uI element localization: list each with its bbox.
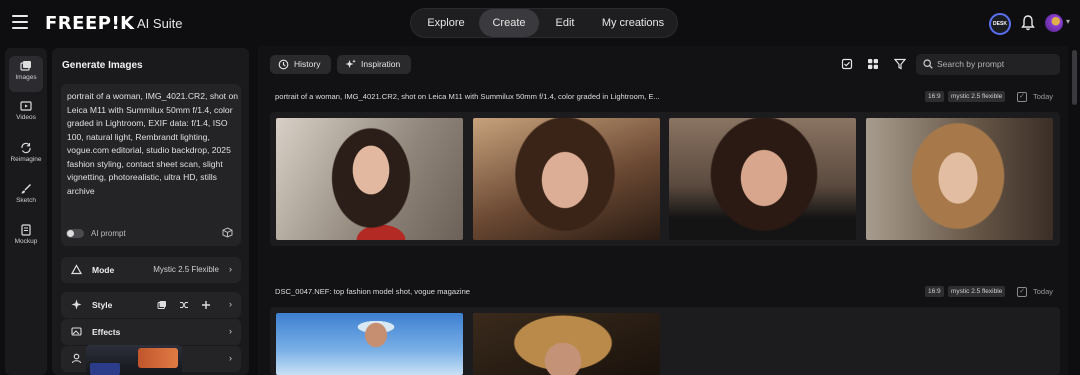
group-select-checkbox[interactable]: ✓ bbox=[1017, 287, 1027, 297]
model-tag: mystic 2.5 flexible bbox=[948, 91, 1006, 102]
scrollbar[interactable] bbox=[1072, 50, 1077, 105]
chevron-right-icon: › bbox=[229, 326, 232, 336]
mode-selector[interactable]: Mode Mystic 2.5 Flexible › bbox=[61, 257, 241, 283]
filter-icon[interactable] bbox=[894, 58, 906, 70]
top-bar: FREEP!K AI Suite Explore Create Edit My … bbox=[0, 0, 1080, 46]
generate-panel: Generate Images portrait of a woman, IMG… bbox=[52, 48, 249, 375]
video-icon bbox=[20, 101, 32, 111]
group-prompt[interactable]: portrait of a woman, IMG_4021.CR2, shot … bbox=[275, 92, 660, 101]
mode-icon bbox=[71, 264, 82, 275]
effects-row[interactable]: Effects › bbox=[61, 319, 241, 345]
reimagine-icon bbox=[21, 142, 31, 154]
chevron-right-icon: › bbox=[229, 299, 232, 309]
chevron-down-icon[interactable]: ▾ bbox=[1066, 17, 1070, 26]
logo-suite-label: AI Suite bbox=[137, 16, 183, 31]
rail-item-reimagine[interactable]: Reimagine bbox=[5, 138, 47, 174]
model-tag: mystic 2.5 flexible bbox=[948, 286, 1006, 297]
style-icon bbox=[71, 299, 82, 310]
nav-explore[interactable]: Explore bbox=[415, 9, 477, 37]
person-icon bbox=[71, 353, 82, 364]
gallery-icon[interactable] bbox=[157, 300, 167, 310]
rail-item-images[interactable]: Images bbox=[9, 56, 43, 92]
shuffle-icon[interactable] bbox=[179, 300, 189, 310]
sparkle-icon bbox=[345, 59, 356, 68]
generated-image[interactable] bbox=[276, 313, 463, 375]
webcam-overlay bbox=[86, 345, 182, 375]
generated-image[interactable] bbox=[669, 118, 856, 240]
style-row[interactable]: Style › bbox=[61, 292, 241, 318]
select-checkbox-icon[interactable] bbox=[841, 58, 853, 70]
mockup-icon bbox=[21, 224, 31, 236]
ai-prompt-toggle[interactable] bbox=[66, 229, 84, 238]
cube-icon[interactable] bbox=[222, 227, 233, 238]
rail-item-videos[interactable]: Videos bbox=[5, 96, 47, 132]
prompt-input[interactable]: portrait of a woman, IMG_4021.CR2, shot … bbox=[61, 84, 241, 246]
rail-label-videos: Videos bbox=[16, 114, 36, 121]
group-select-checkbox[interactable]: ✓ bbox=[1017, 92, 1027, 102]
panel-title: Generate Images bbox=[62, 60, 143, 71]
image-icon bbox=[20, 61, 31, 71]
group-date: Today bbox=[1033, 92, 1054, 101]
generated-image[interactable] bbox=[473, 313, 660, 375]
nav-edit[interactable]: Edit bbox=[541, 9, 589, 37]
rail-label-sketch: Sketch bbox=[16, 197, 36, 204]
brush-icon bbox=[21, 184, 31, 194]
search-input[interactable]: Search by prompt bbox=[916, 54, 1060, 75]
group-date: Today bbox=[1033, 287, 1054, 296]
generated-image[interactable] bbox=[473, 118, 660, 240]
rail-label-images: Images bbox=[15, 74, 37, 81]
menu-icon[interactable] bbox=[12, 15, 28, 29]
rail-label-reimagine: Reimagine bbox=[10, 156, 42, 163]
rail-item-sketch[interactable]: Sketch bbox=[5, 179, 47, 215]
history-button[interactable]: History bbox=[270, 55, 331, 74]
user-avatar[interactable] bbox=[1045, 14, 1063, 32]
workspace-badge[interactable]: DESK bbox=[989, 13, 1011, 35]
nav-create[interactable]: Create bbox=[479, 9, 539, 37]
image-strip bbox=[270, 307, 1060, 375]
inspiration-label: Inspiration bbox=[361, 59, 401, 69]
style-label: Style bbox=[92, 300, 113, 310]
image-strip bbox=[270, 112, 1060, 246]
chevron-right-icon: › bbox=[229, 353, 232, 363]
effects-label: Effects bbox=[92, 327, 121, 337]
plus-icon[interactable] bbox=[201, 300, 211, 310]
main-nav: Explore Create Edit My creations bbox=[410, 8, 678, 38]
prompt-text[interactable]: portrait of a woman, IMG_4021.CR2, shot … bbox=[67, 90, 241, 198]
ai-prompt-label: AI prompt bbox=[91, 229, 126, 238]
rail-item-mockup[interactable]: Mockup bbox=[5, 220, 47, 256]
generated-image[interactable] bbox=[866, 118, 1053, 240]
grid-view-icon[interactable] bbox=[867, 58, 879, 70]
mode-value: Mystic 2.5 Flexible bbox=[153, 265, 219, 274]
history-label: History bbox=[294, 59, 321, 69]
ratio-tag: 16:9 bbox=[925, 91, 944, 102]
mode-label: Mode bbox=[92, 265, 115, 275]
ratio-tag: 16:9 bbox=[925, 286, 944, 297]
group-prompt[interactable]: DSC_0047.NEF: top fashion model shot, vo… bbox=[275, 287, 470, 296]
bell-icon[interactable] bbox=[1021, 15, 1035, 31]
logo[interactable]: FREEP!K bbox=[45, 13, 135, 34]
inspiration-button[interactable]: Inspiration bbox=[337, 55, 411, 74]
rail-label-mockup: Mockup bbox=[14, 238, 38, 245]
generated-image[interactable] bbox=[276, 118, 463, 240]
tool-rail: Images Videos Reimagine Sketch Mockup bbox=[5, 48, 47, 375]
history-icon bbox=[278, 59, 289, 70]
effects-icon bbox=[71, 327, 82, 336]
search-placeholder: Search by prompt bbox=[937, 59, 1005, 69]
chevron-right-icon: › bbox=[229, 264, 232, 274]
nav-my-creations[interactable]: My creations bbox=[591, 9, 675, 37]
search-icon bbox=[923, 59, 933, 69]
results-area: History Inspiration Search by prompt por… bbox=[258, 46, 1068, 375]
